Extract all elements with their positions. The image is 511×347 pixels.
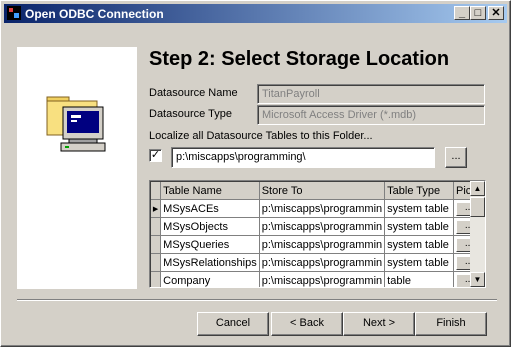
browse-folder-button[interactable]: ... [445,147,467,168]
store-to-cell[interactable]: p:\miscapps\programmin [259,271,386,287]
scroll-up-arrow-icon[interactable]: ▲ [470,181,485,196]
row-indicator [151,253,162,272]
next-button[interactable]: Next > [343,312,415,336]
back-button[interactable]: < Back [271,312,343,336]
minimize-button[interactable]: _ [454,6,470,20]
table-name-cell[interactable]: MSysObjects [160,217,260,236]
current-row-indicator: ▶ [151,199,162,218]
store-to-cell[interactable]: p:\miscapps\programmin [259,235,386,254]
app-icon [7,6,21,20]
title-bar[interactable]: Open ODBC Connection _ □ ✕ [4,4,507,23]
column-header-table-type[interactable]: Table Type [384,182,454,200]
localize-label: Localize all Datasource Tables to this F… [149,130,373,142]
table-name-cell[interactable]: MSysACEs [160,199,260,218]
maximize-button[interactable]: □ [470,6,486,20]
grid-vertical-scrollbar[interactable]: ▲ ▼ [470,181,485,287]
folder-path-input[interactable]: p:\miscapps\programming\ [171,147,435,168]
table-type-cell[interactable]: system table [384,199,454,218]
wizard-image-panel [17,47,137,289]
row-indicator-header [151,182,162,200]
scroll-down-arrow-icon[interactable]: ▼ [470,272,485,287]
window-title: Open ODBC Connection [25,7,164,21]
datasource-name-field: TitanPayroll [257,84,485,104]
table-row[interactable]: MSysQueries p:\miscapps\programmin syste… [151,235,485,254]
odbc-wizard-window: Open ODBC Connection _ □ ✕ Step 2: Selec… [0,0,511,347]
column-header-store-to[interactable]: Store To [259,182,386,200]
tables-grid: Table Name Store To Table Type Pick ▶ MS… [149,180,486,288]
row-indicator [151,271,162,287]
scroll-thumb[interactable] [470,197,485,217]
close-button[interactable]: ✕ [488,6,504,20]
computer-with-folder-icon [46,96,106,152]
table-row[interactable]: Company p:\miscapps\programmin table ... [151,271,485,287]
localize-checkbox[interactable]: ✓ [149,149,162,162]
column-header-table-name[interactable]: Table Name [160,182,260,200]
cancel-button[interactable]: Cancel [197,312,269,336]
table-type-cell[interactable]: system table [384,217,454,236]
store-to-cell[interactable]: p:\miscapps\programmin [259,199,386,218]
table-name-cell[interactable]: MSysRelationships [160,253,260,272]
datasource-type-field: Microsoft Access Driver (*.mdb) [257,105,485,125]
datasource-name-label: Datasource Name [149,87,238,99]
row-indicator [151,235,162,254]
finish-button[interactable]: Finish [415,312,487,336]
store-to-cell[interactable]: p:\miscapps\programmin [259,253,386,272]
table-row[interactable]: MSysObjects p:\miscapps\programmin syste… [151,217,485,236]
table-row[interactable]: MSysRelationships p:\miscapps\programmin… [151,253,485,272]
button-divider [17,299,497,301]
table-type-cell[interactable]: table [384,271,454,287]
store-to-cell[interactable]: p:\miscapps\programmin [259,217,386,236]
page-title: Step 2: Select Storage Location [149,48,450,70]
table-name-cell[interactable]: Company [160,271,260,287]
table-type-cell[interactable]: system table [384,235,454,254]
datasource-type-label: Datasource Type [149,108,232,120]
table-type-cell[interactable]: system table [384,253,454,272]
table-name-cell[interactable]: MSysQueries [160,235,260,254]
row-indicator [151,217,162,236]
table-row[interactable]: ▶ MSysACEs p:\miscapps\programmin system… [151,199,485,218]
grid-header-row: Table Name Store To Table Type Pick [151,182,485,200]
